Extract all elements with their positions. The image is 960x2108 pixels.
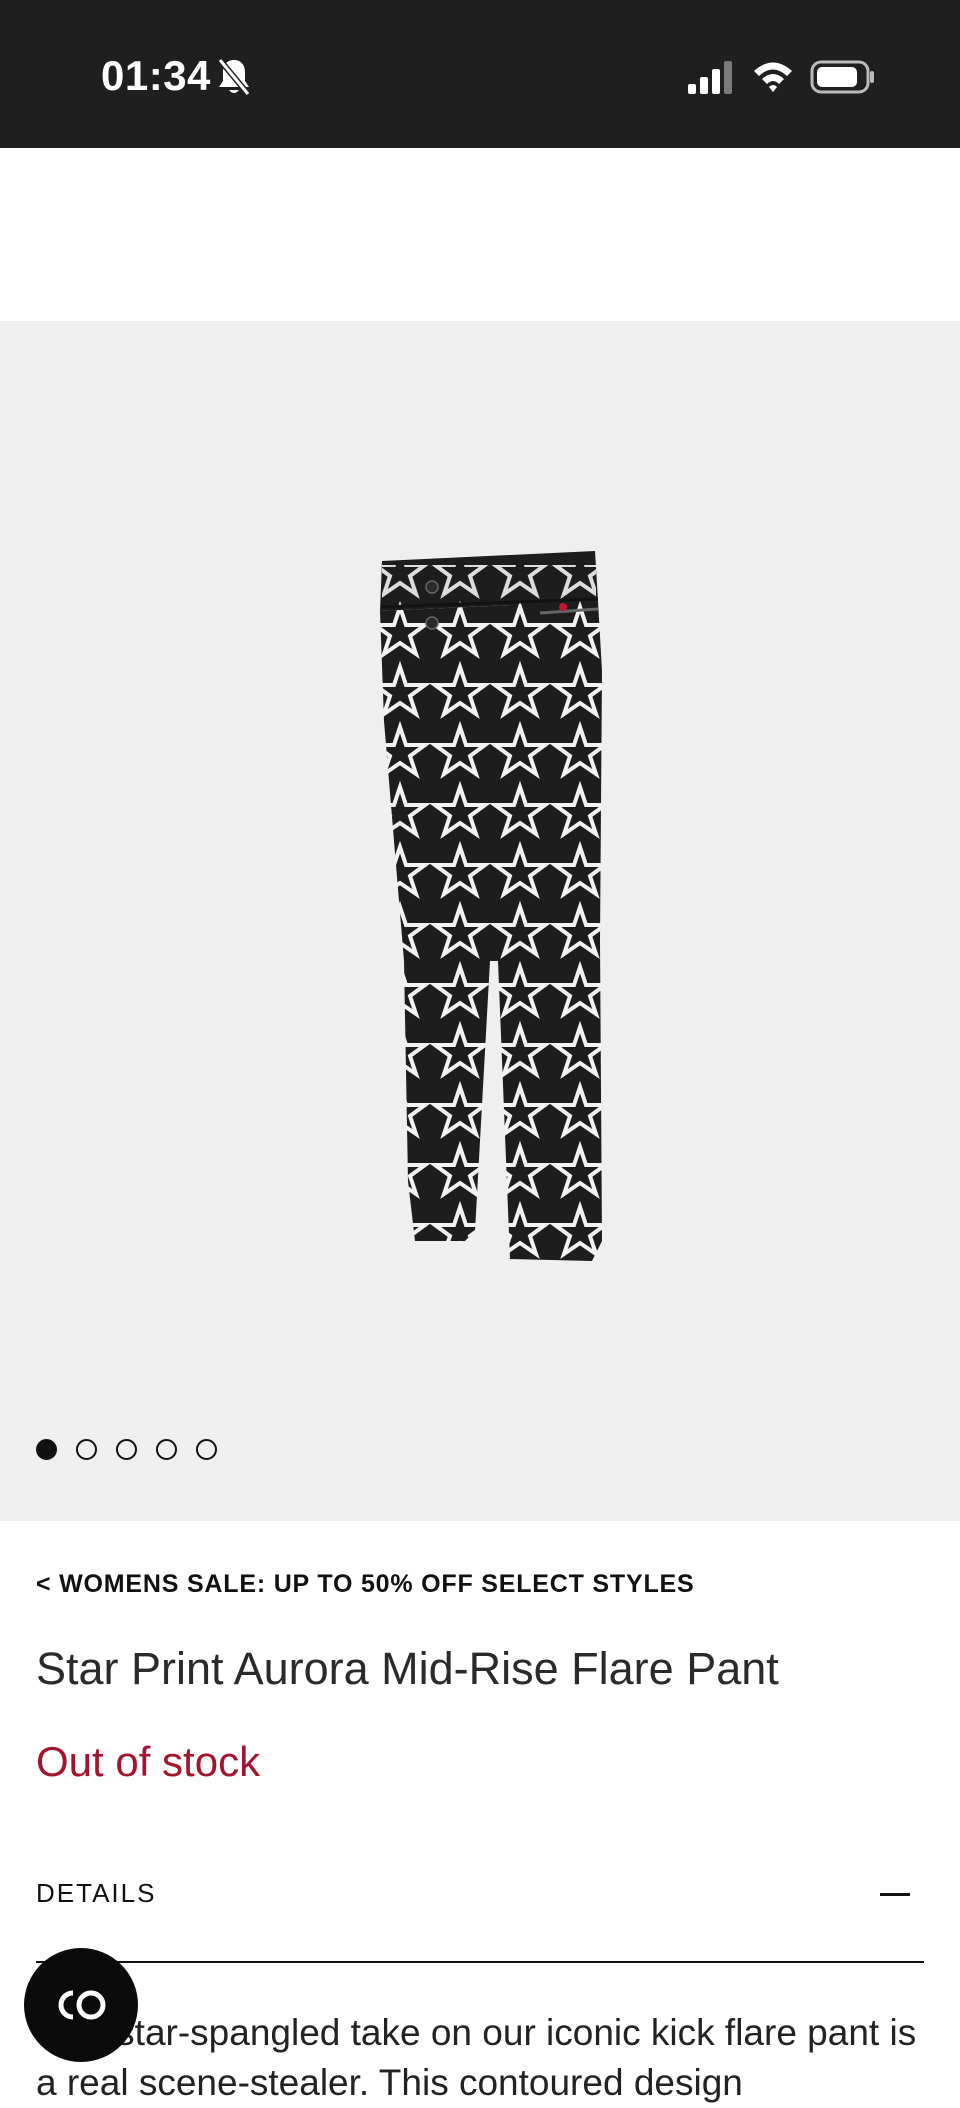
breadcrumb-link[interactable]: < WOMENS SALE: UP TO 50% OFF SELECT STYL… xyxy=(36,1570,694,1599)
gallery-dot-1[interactable] xyxy=(36,1439,57,1460)
product-title: Star Print Aurora Mid-Rise Flare Pant xyxy=(36,1643,779,1694)
details-accordion-label[interactable]: DETAILS xyxy=(36,1878,156,1909)
divider xyxy=(36,1961,924,1963)
minus-icon[interactable] xyxy=(880,1893,910,1896)
product-description: This star-spangled take on our iconic ki… xyxy=(36,2012,917,2103)
product-gallery[interactable] xyxy=(0,321,960,1521)
chat-button[interactable] xyxy=(24,1948,138,2062)
cellular-signal-icon xyxy=(688,61,732,94)
status-bar: 01:34 xyxy=(0,0,960,148)
bell-slash-icon xyxy=(217,58,251,96)
stock-status: Out of stock xyxy=(36,1738,261,1785)
wifi-icon xyxy=(754,62,792,92)
gallery-dot-4[interactable] xyxy=(156,1439,177,1460)
gallery-pagination xyxy=(36,1439,217,1460)
gallery-dot-3[interactable] xyxy=(116,1439,137,1460)
status-time: 01:34 xyxy=(101,52,211,99)
gallery-dot-5[interactable] xyxy=(196,1439,217,1460)
star-print-pants-image[interactable] xyxy=(370,541,610,1281)
chat-logo-icon xyxy=(58,1990,106,2020)
site-header xyxy=(0,148,960,321)
gallery-dot-2[interactable] xyxy=(76,1439,97,1460)
battery-icon xyxy=(810,60,874,94)
